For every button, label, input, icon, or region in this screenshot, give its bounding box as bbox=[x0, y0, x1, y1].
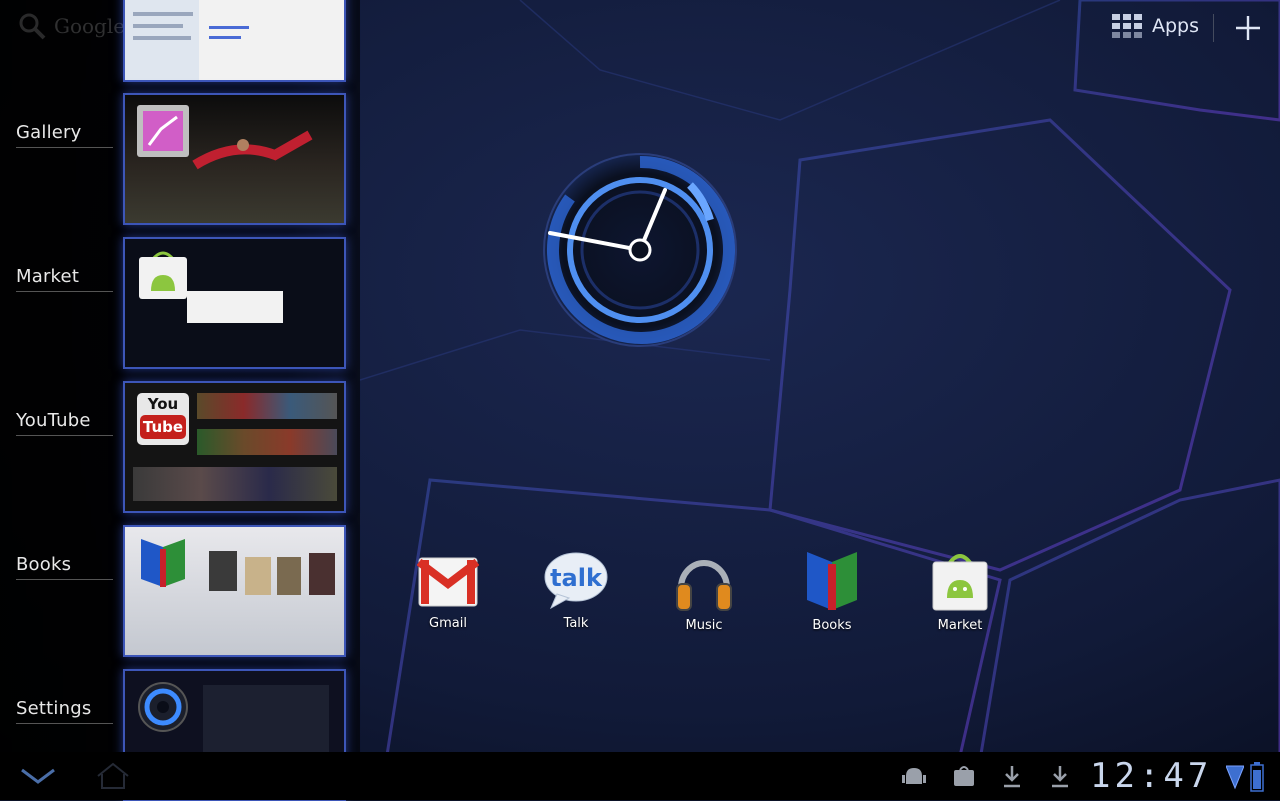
recent-thumb-gallery[interactable] bbox=[123, 93, 346, 225]
dock-label: Market bbox=[937, 618, 983, 633]
search-icon bbox=[19, 13, 46, 40]
youtube-icon-you: You bbox=[147, 395, 179, 413]
battery-icon bbox=[1250, 762, 1264, 792]
recent-label-market[interactable]: Market bbox=[16, 266, 113, 292]
books-icon bbox=[807, 552, 857, 610]
music-icon bbox=[676, 560, 732, 611]
gmail-icon bbox=[417, 557, 479, 607]
dock-talk[interactable]: talk Talk bbox=[536, 550, 616, 631]
recent-label-settings[interactable]: Settings bbox=[16, 698, 113, 724]
recent-label-youtube[interactable]: YouTube bbox=[16, 410, 113, 436]
recent-apps-panel: Google Gallery Market YouTube You Tube B… bbox=[0, 0, 360, 801]
settings-icon bbox=[138, 682, 188, 732]
recent-label-gallery[interactable]: Gallery bbox=[16, 122, 113, 148]
talk-icon-text: talk bbox=[550, 564, 603, 592]
status-time: 12:47 bbox=[1090, 756, 1213, 796]
debug-android-icon bbox=[902, 768, 926, 784]
dock-gmail[interactable]: Gmail bbox=[408, 550, 488, 631]
system-bar bbox=[0, 752, 1280, 800]
dock-music[interactable]: Music bbox=[664, 550, 744, 633]
download-icon[interactable] bbox=[1002, 764, 1022, 788]
plus-icon[interactable] bbox=[1234, 14, 1262, 42]
dock-label: Gmail bbox=[429, 616, 467, 631]
recent-apps-collapse-icon[interactable] bbox=[20, 764, 56, 788]
wifi-signal-icon bbox=[1226, 765, 1244, 790]
dock-market[interactable]: Market bbox=[920, 550, 1000, 633]
youtube-icon: You Tube bbox=[137, 393, 189, 445]
recent-thumb-market[interactable] bbox=[123, 237, 346, 369]
apps-label: Apps bbox=[1152, 15, 1200, 37]
recent-thumb-youtube[interactable]: You Tube bbox=[123, 381, 346, 513]
market-icon bbox=[139, 251, 187, 299]
recent-label-books[interactable]: Books bbox=[16, 554, 113, 580]
download-icon[interactable] bbox=[1050, 764, 1070, 788]
analog-clock-widget[interactable] bbox=[540, 150, 740, 350]
divider bbox=[1213, 14, 1214, 42]
dock-books[interactable]: Books bbox=[792, 550, 872, 633]
market-notification-icon[interactable] bbox=[952, 764, 976, 788]
talk-icon: talk bbox=[544, 552, 608, 610]
youtube-icon-tube: Tube bbox=[140, 415, 186, 439]
recent-thumb-books[interactable] bbox=[123, 525, 346, 657]
dock-label: Talk bbox=[563, 616, 589, 631]
apps-grid-icon bbox=[1112, 14, 1142, 38]
dock-label: Books bbox=[812, 618, 852, 633]
dock-label: Music bbox=[685, 618, 723, 633]
google-label: Google bbox=[54, 14, 126, 38]
home-icon[interactable] bbox=[96, 762, 130, 790]
books-icon bbox=[141, 539, 185, 587]
apps-button[interactable]: Apps bbox=[1112, 14, 1199, 38]
gallery-icon bbox=[137, 105, 189, 157]
google-search-ghost: Google bbox=[18, 12, 125, 40]
market-icon bbox=[932, 554, 988, 611]
recent-thumb-browser[interactable] bbox=[123, 0, 346, 82]
